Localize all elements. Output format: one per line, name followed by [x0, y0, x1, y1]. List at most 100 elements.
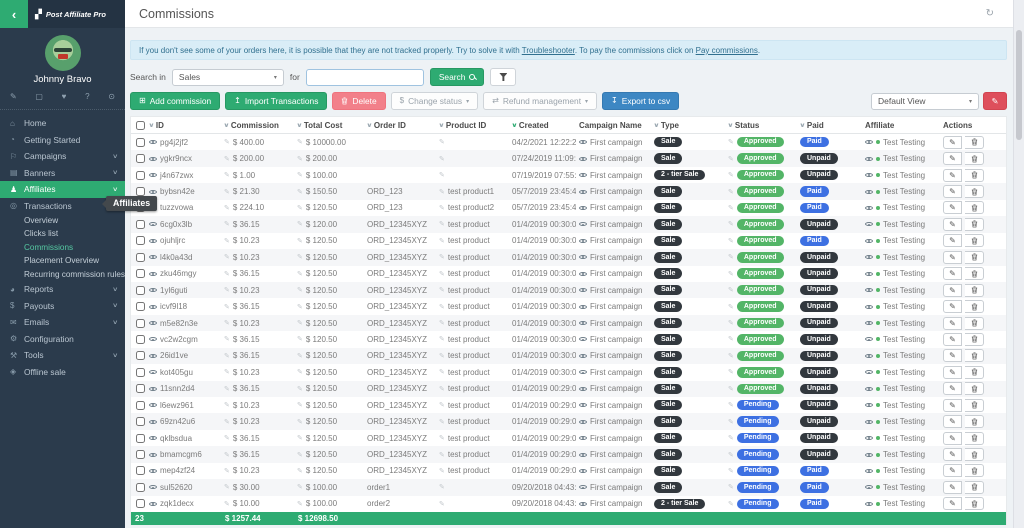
pencil-icon[interactable]: ✎ [439, 467, 445, 475]
eye-icon[interactable] [149, 171, 157, 179]
eye-icon[interactable] [149, 303, 157, 311]
row-checkbox[interactable] [136, 351, 145, 360]
row-checkbox[interactable] [136, 483, 145, 492]
delete-row-button[interactable] [965, 185, 984, 198]
eye-icon[interactable] [865, 220, 873, 228]
delete-row-button[interactable] [965, 464, 984, 477]
sidebar-item-emails[interactable]: ✉Emails∨ [0, 314, 125, 331]
pencil-icon[interactable]: ✎ [439, 188, 445, 196]
pencil-icon[interactable]: ✎ [224, 467, 230, 475]
add-commission-button[interactable]: ⊞Add commission [130, 92, 220, 110]
pencil-icon[interactable]: ✎ [297, 483, 303, 491]
paid-badge[interactable]: Paid [800, 186, 829, 197]
sidebar-item-affiliates[interactable]: ♟Affiliates∨ [0, 181, 125, 198]
pencil-icon[interactable]: ✎ [728, 220, 734, 228]
pencil-icon[interactable]: ✎ [297, 303, 303, 311]
edit-row-button[interactable]: ✎ [943, 251, 962, 264]
edit-row-button[interactable]: ✎ [943, 382, 962, 395]
pencil-icon[interactable]: ✎ [728, 253, 734, 261]
eye-icon[interactable] [865, 155, 873, 163]
eye-icon[interactable] [865, 385, 873, 393]
pencil-icon[interactable]: ✎ [439, 335, 445, 343]
pencil-icon[interactable]: ✎ [297, 237, 303, 245]
delete-row-button[interactable] [965, 136, 984, 149]
pencil-icon[interactable]: ✎ [439, 434, 445, 442]
sidebar-item-campaigns[interactable]: ⚐Campaigns∨ [0, 148, 125, 165]
paid-badge[interactable]: Unpaid [800, 285, 838, 296]
pencil-icon[interactable]: ✎ [439, 500, 445, 508]
paid-badge[interactable]: Unpaid [800, 400, 838, 411]
delete-row-button[interactable] [965, 399, 984, 412]
pencil-icon[interactable]: ✎ [728, 451, 734, 459]
paid-badge[interactable]: Paid [800, 137, 829, 148]
status-badge[interactable]: Pending [737, 449, 779, 460]
pencil-icon[interactable]: ✎ [297, 418, 303, 426]
paid-badge[interactable]: Unpaid [800, 153, 838, 164]
pencil-icon[interactable]: ✎ [439, 138, 445, 146]
column-header-created[interactable]: ∨Created [509, 121, 576, 130]
status-badge[interactable]: Approved [737, 301, 784, 312]
row-checkbox[interactable] [136, 187, 145, 196]
eye-icon[interactable] [579, 270, 587, 278]
pencil-icon[interactable]: ✎ [297, 253, 303, 261]
row-checkbox[interactable] [136, 434, 145, 443]
row-checkbox[interactable] [136, 269, 145, 278]
pencil-icon[interactable]: ✎ [297, 368, 303, 376]
pencil-icon[interactable]: ✎ [439, 451, 445, 459]
help-icon[interactable]: ? [85, 92, 89, 101]
delete-row-button[interactable] [965, 382, 984, 395]
pencil-icon[interactable]: ✎ [728, 418, 734, 426]
pencil-icon[interactable]: ✎ [224, 155, 230, 163]
change-status-button[interactable]: $Change status▾ [391, 92, 478, 110]
pencil-icon[interactable]: ✎ [224, 401, 230, 409]
status-badge[interactable]: Approved [737, 203, 784, 214]
status-badge[interactable]: Approved [737, 252, 784, 263]
status-badge[interactable]: Approved [737, 153, 784, 164]
pencil-icon[interactable]: ✎ [728, 286, 734, 294]
eye-icon[interactable] [579, 319, 587, 327]
edit-row-button[interactable]: ✎ [943, 432, 962, 445]
pencil-icon[interactable]: ✎ [728, 483, 734, 491]
pencil-icon[interactable]: ✎ [297, 401, 303, 409]
pencil-icon[interactable]: ✎ [297, 155, 303, 163]
eye-icon[interactable] [579, 385, 587, 393]
avatar[interactable] [45, 35, 81, 71]
pencil-icon[interactable]: ✎ [224, 368, 230, 376]
search-input[interactable] [306, 69, 424, 86]
pencil-icon[interactable]: ✎ [728, 188, 734, 196]
row-checkbox[interactable] [136, 138, 145, 147]
pencil-icon[interactable]: ✎ [439, 319, 445, 327]
eye-icon[interactable] [579, 483, 587, 491]
pencil-icon[interactable]: ✎ [297, 270, 303, 278]
eye-icon[interactable] [149, 401, 157, 409]
pencil-icon[interactable]: ✎ [224, 171, 230, 179]
paid-badge[interactable]: Unpaid [800, 318, 838, 329]
row-checkbox[interactable] [136, 302, 145, 311]
paid-badge[interactable]: Paid [800, 499, 829, 510]
eye-icon[interactable] [149, 155, 157, 163]
pencil-icon[interactable]: ✎ [439, 368, 445, 376]
pencil-icon[interactable]: ✎ [224, 204, 230, 212]
pencil-icon[interactable]: ✎ [224, 434, 230, 442]
delete-row-button[interactable] [965, 218, 984, 231]
pencil-icon[interactable]: ✎ [439, 220, 445, 228]
pencil-icon[interactable]: ✎ [297, 500, 303, 508]
row-checkbox[interactable] [136, 368, 145, 377]
sidebar-subitem-recurring-commission-rules[interactable]: Recurring commission rules [0, 268, 125, 281]
paid-badge[interactable]: Paid [800, 482, 829, 493]
column-header-type[interactable]: ∨Type [651, 121, 725, 130]
pencil-icon[interactable]: ✎ [728, 335, 734, 343]
pencil-icon[interactable]: ✎ [439, 385, 445, 393]
edit-row-button[interactable]: ✎ [943, 415, 962, 428]
export-to-csv-button[interactable]: ↧Export to csv [602, 92, 679, 110]
search-field-select[interactable]: Sales ▾ [172, 69, 284, 86]
eye-icon[interactable] [149, 335, 157, 343]
eye-icon[interactable] [149, 434, 157, 442]
pencil-icon[interactable]: ✎ [224, 286, 230, 294]
pencil-icon[interactable]: ✎ [439, 483, 445, 491]
column-header-order-id[interactable]: ∨Order ID [364, 121, 436, 130]
pencil-icon[interactable]: ✎ [439, 303, 445, 311]
pencil-icon[interactable]: ✎ [297, 385, 303, 393]
search-button[interactable]: Search [430, 68, 485, 86]
paid-badge[interactable]: Unpaid [800, 252, 838, 263]
